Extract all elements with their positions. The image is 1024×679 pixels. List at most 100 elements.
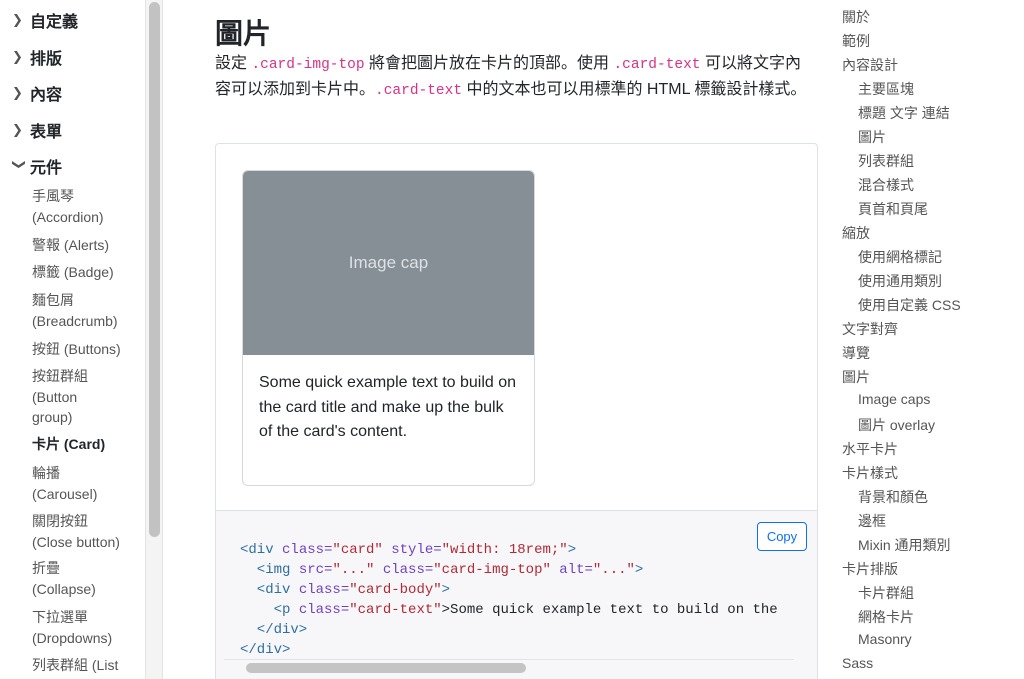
sidebar-item-buttons[interactable]: 按鈕 (Buttons) [32, 339, 121, 360]
toc-link[interactable]: 範例 [842, 31, 870, 51]
toc-link[interactable]: Sass [842, 655, 873, 671]
code-token: <p [240, 602, 291, 618]
docs-sidebar: ❯ 自定義 ❯ 排版 ❯ 內容 ❯ 表單 ❯ 元件 手風琴 (Accordion… [0, 0, 145, 679]
sidebar-scrollbar-thumb[interactable] [149, 2, 160, 537]
example-preview: Image cap Some quick example text to bui… [215, 143, 818, 511]
chevron-right-icon: ❯ [12, 85, 23, 100]
sidebar-item-card[interactable]: 卡片 (Card) [32, 434, 105, 455]
sidebar-item-alerts[interactable]: 警報 (Alerts) [32, 235, 109, 256]
sidebar-item-label: 手風琴 [32, 188, 74, 204]
code-token: "..." [592, 562, 635, 578]
sidebar-item-label: group) [32, 409, 73, 425]
toc-link[interactable]: 使用網格標記 [858, 247, 942, 267]
code-horizontal-scrollbar[interactable] [224, 659, 794, 673]
toc-link[interactable]: 列表群組 [858, 151, 914, 171]
code-token: </div> [240, 642, 291, 658]
toc-link[interactable]: Image caps [858, 391, 930, 407]
code-token: "card-img-top" [433, 562, 551, 578]
toc-link[interactable]: Masonry [858, 631, 912, 647]
toc-link[interactable]: 背景和顏色 [858, 487, 928, 507]
toc-link[interactable]: 文字對齊 [842, 319, 898, 339]
toc-link[interactable]: 卡片群組 [858, 583, 914, 603]
table-of-contents: 關於 範例 內容設計 主要區塊 標題 文字 連結 圖片 列表群組 混合樣式 頁首… [830, 0, 1024, 679]
toc-link[interactable]: 縮放 [842, 223, 870, 243]
sidebar-section-customize[interactable]: ❯ 自定義 [12, 8, 78, 32]
chevron-right-icon: ❯ [12, 49, 23, 64]
code-line: <p class="card-text">Some quick example … [240, 602, 778, 618]
toc-link[interactable]: 標題 文字 連結 [858, 103, 950, 123]
sidebar-section-components[interactable]: ❯ 元件 [12, 154, 62, 178]
toc-link[interactable]: 主要區塊 [858, 79, 914, 99]
toc-link[interactable]: 卡片排版 [842, 559, 898, 579]
sidebar-item-accordion[interactable]: 手風琴 (Accordion) [32, 186, 104, 227]
code-token: class= [374, 562, 434, 578]
sidebar-item-list-group[interactable]: 列表群組 (List [32, 655, 118, 676]
toc-link[interactable]: 導覽 [842, 343, 870, 363]
code-token: class= [290, 582, 350, 598]
sidebar-item-label: (Dropdowns) [32, 629, 113, 646]
toc-link[interactable]: 混合樣式 [858, 175, 914, 195]
sidebar-section-label: 排版 [30, 51, 63, 68]
section-title: 圖片 [215, 18, 272, 49]
code-token: <div [240, 582, 291, 598]
code-token: > [634, 562, 644, 578]
sidebar-item-badge[interactable]: 標籤 (Badge) [32, 262, 114, 283]
sidebar-section-label: 表單 [30, 124, 63, 141]
description-text: 中的文本也可以用標準的 HTML 標籤設計樣式。 [462, 80, 807, 98]
sidebar-item-label: 折疊 [32, 560, 60, 576]
sidebar-item-close-button[interactable]: 關閉按鈕 (Close button) [32, 511, 120, 552]
toc-link[interactable]: 圖片 [842, 367, 870, 387]
code-token: "..." [332, 562, 375, 578]
code-token: </div> [240, 622, 308, 638]
sidebar-item-carousel[interactable]: 輪播 (Carousel) [32, 463, 97, 504]
toc-link[interactable]: 網格卡片 [858, 607, 914, 627]
code-token: class= [273, 542, 333, 558]
toc-link[interactable]: 圖片 overlay [858, 415, 935, 435]
sidebar-item-label: (Close button) [32, 533, 120, 550]
code-line: <div class="card" style="width: 18rem;"> [240, 542, 576, 558]
sidebar-item-label: 警報 (Alerts) [32, 237, 109, 253]
inline-code: .card-text [375, 82, 463, 99]
toc-link[interactable]: 使用自定義 CSS [858, 295, 961, 315]
sidebar-item-label: 卡片 (Card) [32, 436, 106, 452]
chevron-right-icon: ❯ [12, 122, 23, 137]
code-token: >Some quick example text to build on the [441, 602, 778, 618]
sidebar-item-button-group[interactable]: 按鈕群組 (Button group) [32, 366, 88, 428]
code-token: style= [382, 542, 442, 558]
sidebar-item-dropdowns[interactable]: 下拉選單 (Dropdowns) [32, 607, 112, 648]
image-cap-label: Image cap [348, 253, 429, 272]
sidebar-section-layout[interactable]: ❯ 排版 [12, 45, 62, 69]
code-snippet: Copy <div class="card" style="width: 18r… [215, 511, 818, 679]
sidebar-section-forms[interactable]: ❯ 表單 [12, 118, 62, 142]
code-token: "width: 18rem;" [441, 542, 568, 558]
code-block: <div class="card" style="width: 18rem;">… [240, 540, 778, 660]
sidebar-item-label: (Breadcrumb) [32, 312, 118, 329]
toc-link[interactable]: 內容設計 [842, 55, 898, 75]
toc-link[interactable]: 關於 [842, 7, 870, 27]
sidebar-section-content[interactable]: ❯ 內容 [12, 81, 62, 105]
code-scrollbar-thumb[interactable] [246, 663, 526, 673]
sidebar-scrollbar[interactable] [145, 0, 163, 679]
code-token: "card" [332, 542, 383, 558]
sidebar-section-label: 自定義 [30, 14, 79, 31]
inline-code: .card-img-top [251, 57, 365, 73]
toc-link[interactable]: 卡片樣式 [842, 463, 898, 483]
code-line: </div> [240, 642, 290, 658]
sidebar-item-label: 按鈕群組 [32, 368, 88, 384]
toc-link[interactable]: 圖片 [858, 127, 886, 147]
chevron-down-icon: ❯ [12, 159, 27, 170]
toc-link[interactable]: 使用通用類別 [858, 271, 942, 291]
code-line: <img src="..." class="card-img-top" alt=… [240, 562, 644, 578]
code-line: </div> [240, 622, 307, 638]
toc-link[interactable]: Mixin 通用類別 [858, 535, 951, 555]
sidebar-item-label: 列表群組 (List [32, 657, 119, 673]
toc-link[interactable]: 水平卡片 [842, 439, 898, 459]
toc-link[interactable]: 頁首和頁尾 [858, 199, 928, 219]
sidebar-item-collapse[interactable]: 折疊 (Collapse) [32, 558, 96, 599]
sidebar-item-label: 標籤 (Badge) [32, 264, 114, 280]
code-token: "card-body" [349, 582, 442, 598]
code-token: <div [240, 542, 274, 558]
sidebar-item-breadcrumb[interactable]: 麵包屑 (Breadcrumb) [32, 290, 118, 331]
description-text: 將會把圖片放在卡片的頂部。使用 [364, 55, 614, 72]
toc-link[interactable]: 邊框 [858, 511, 886, 531]
